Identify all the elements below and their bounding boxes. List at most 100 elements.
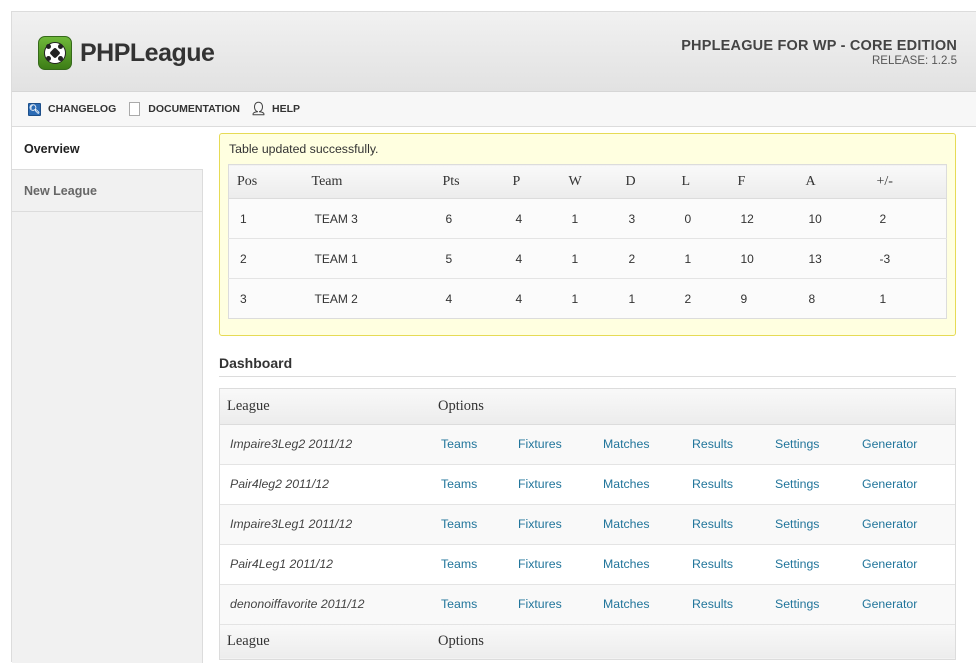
standings-cell: TEAM 3	[303, 198, 435, 239]
fixtures-link[interactable]: Fixtures	[518, 597, 562, 611]
results-link[interactable]: Results	[692, 517, 733, 531]
standings-cell: 1	[617, 278, 674, 319]
league-option-cell: Results	[682, 544, 765, 585]
results-link[interactable]: Results	[692, 597, 733, 611]
league-row: Pair4Leg1 2011/12 Teams Fixtures Matches Res…	[220, 544, 955, 585]
standings-header-cell: F	[729, 164, 798, 199]
matches-link[interactable]: Matches	[603, 597, 649, 611]
help-label: HELP	[272, 103, 301, 115]
standings-cell: TEAM 1	[303, 238, 435, 279]
standings-header-cell: +/-	[868, 164, 947, 199]
edition-title: PHPLEAGUE FOR WP - CORE EDITION	[681, 38, 957, 54]
help-link[interactable]: 👤︎ HELP	[250, 101, 301, 116]
standings-cell: 4	[504, 238, 561, 279]
standings-header-cell: Team	[303, 164, 435, 199]
league-option-cell: Matches	[593, 424, 682, 465]
results-link[interactable]: Results	[692, 477, 733, 491]
matches-link[interactable]: Matches	[603, 477, 649, 491]
sidebar-item-new-league[interactable]: New League	[12, 170, 202, 212]
league-row: Impaire3Leg1 2011/12 Teams Fixtures Matches…	[220, 504, 955, 545]
teams-link[interactable]: Teams	[441, 517, 477, 531]
league-option-cell: Matches	[593, 464, 682, 505]
settings-link[interactable]: Settings	[775, 437, 819, 451]
dashboard-footer-row: League Options	[220, 623, 955, 659]
options-column-footer: Options	[431, 623, 955, 659]
standings-cell: 4	[434, 278, 505, 319]
league-column-header: League	[220, 389, 431, 425]
settings-link[interactable]: Settings	[775, 517, 819, 531]
standings-cell: 10	[729, 238, 798, 279]
generator-link[interactable]: Generator	[862, 477, 917, 491]
league-option-cell: Results	[682, 424, 765, 465]
standings-header-cell: Pts	[434, 164, 505, 199]
matches-link[interactable]: Matches	[603, 557, 649, 571]
search-icon: 🔍︎	[28, 102, 41, 116]
generator-link[interactable]: Generator	[862, 437, 917, 451]
teams-link[interactable]: Teams	[441, 597, 477, 611]
documentation-label: DOCUMENTATION	[148, 103, 241, 115]
teams-link[interactable]: Teams	[441, 557, 477, 571]
league-column-footer: League	[220, 623, 431, 659]
update-notice: Table updated successfully. Pos Team Pts P W…	[219, 133, 956, 336]
teams-link[interactable]: Teams	[441, 477, 477, 491]
fixtures-link[interactable]: Fixtures	[518, 437, 562, 451]
dashboard-title: Dashboard	[219, 355, 956, 377]
standings-header-cell: L	[673, 164, 730, 199]
league-option-cell: Settings	[765, 544, 852, 585]
league-option-cell: Generator	[852, 424, 955, 465]
logo-text: PHPLeague	[80, 38, 215, 67]
league-option-cell: Generator	[852, 584, 955, 625]
dashboard-header-row: League Options	[220, 389, 955, 425]
generator-link[interactable]: Generator	[862, 597, 917, 611]
fixtures-link[interactable]: Fixtures	[518, 517, 562, 531]
results-link[interactable]: Results	[692, 437, 733, 451]
league-option-cell: Fixtures	[508, 584, 593, 625]
standings-cell: 6	[434, 198, 505, 239]
standings-row: 2 TEAM 1 5 4 1 2 1 10 13 -3	[228, 238, 947, 279]
standings-header-cell: Pos	[228, 164, 304, 199]
changelog-link[interactable]: 🔍︎ CHANGELOG	[28, 102, 116, 116]
settings-link[interactable]: Settings	[775, 597, 819, 611]
matches-link[interactable]: Matches	[603, 437, 649, 451]
league-row: Pair4leg2 2011/12 Teams Fixtures Matches Res…	[220, 464, 955, 505]
league-option-cell: Results	[682, 504, 765, 545]
fixtures-link[interactable]: Fixtures	[518, 557, 562, 571]
teams-link[interactable]: Teams	[441, 437, 477, 451]
dashboard-table: League Options Impaire3Leg2 2011/12 Teams…	[220, 389, 955, 659]
documentation-link[interactable]: DOCUMENTATION	[128, 102, 241, 116]
settings-link[interactable]: Settings	[775, 557, 819, 571]
standings-cell: 2	[868, 198, 947, 239]
generator-link[interactable]: Generator	[862, 517, 917, 531]
league-option-cell: Teams	[431, 504, 508, 545]
league-option-cell: Settings	[765, 504, 852, 545]
league-option-cell: Fixtures	[508, 464, 593, 505]
fixtures-link[interactable]: Fixtures	[518, 477, 562, 491]
league-name: Impaire3Leg2 2011/12	[220, 424, 431, 465]
league-option-cell: Matches	[593, 504, 682, 545]
logo: PHPLeague	[38, 36, 215, 70]
standings-cell: -3	[868, 238, 947, 279]
standings-cell: 1	[673, 238, 730, 279]
league-option-cell: Matches	[593, 544, 682, 585]
person-icon: 👤︎	[250, 101, 267, 116]
league-option-cell: Generator	[852, 504, 955, 545]
standings-cell: 8	[797, 278, 869, 319]
standings-cell: 2	[617, 238, 674, 279]
league-row: denonoiffavorite 2011/12 Teams Fixtures Mat…	[220, 584, 955, 625]
standings-cell: 5	[434, 238, 505, 279]
generator-link[interactable]: Generator	[862, 557, 917, 571]
document-icon	[128, 102, 141, 116]
standings-header-cell: W	[560, 164, 618, 199]
matches-link[interactable]: Matches	[603, 517, 649, 531]
results-link[interactable]: Results	[692, 557, 733, 571]
league-name: Pair4Leg1 2011/12	[220, 544, 431, 585]
header: PHPLeague PHPLEAGUE FOR WP - CORE EDITIO…	[12, 12, 976, 92]
release-label: RELEASE: 1.2.5	[871, 55, 957, 67]
standings-cell: 1	[228, 198, 304, 239]
league-option-cell: Teams	[431, 464, 508, 505]
league-name: Impaire3Leg1 2011/12	[220, 504, 431, 545]
league-option-cell: Results	[682, 584, 765, 625]
standings-header-cell: D	[617, 164, 674, 199]
settings-link[interactable]: Settings	[775, 477, 819, 491]
sidebar-item-overview[interactable]: Overview	[12, 128, 203, 170]
